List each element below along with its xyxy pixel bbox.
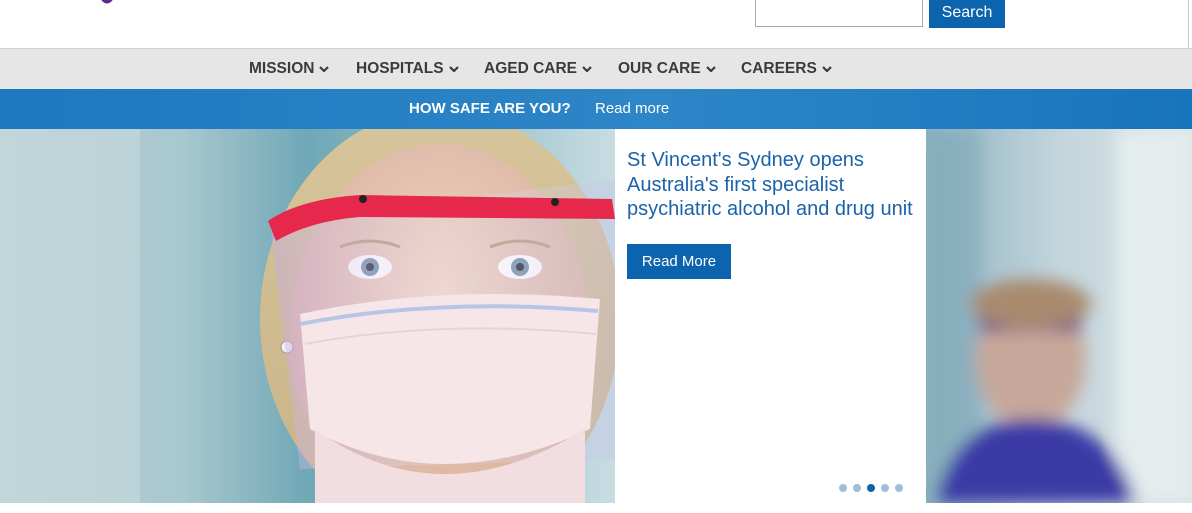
nav-item-aged-care[interactable]: AGED CARE bbox=[484, 49, 592, 89]
carousel-dot[interactable] bbox=[895, 484, 903, 492]
nav-item-label: MISSION bbox=[249, 60, 315, 77]
search-button[interactable]: Search bbox=[929, 0, 1005, 28]
alert-read-more-link[interactable]: Read more bbox=[595, 100, 669, 117]
carousel-dot[interactable] bbox=[853, 484, 861, 492]
main-nav: MISSION HOSPITALS AGED CARE OUR CARE CAR… bbox=[0, 48, 1192, 89]
hero-read-more-button[interactable]: Read More bbox=[627, 244, 731, 279]
nav-item-label: CAREERS bbox=[741, 60, 817, 77]
blurred-photo bbox=[926, 129, 1192, 503]
chevron-down-icon bbox=[822, 66, 832, 72]
nav-item-mission[interactable]: MISSION bbox=[249, 49, 330, 89]
chevron-down-icon bbox=[705, 66, 716, 72]
nav-item-label: OUR CARE bbox=[618, 60, 701, 77]
nav-item-careers[interactable]: CAREERS bbox=[741, 49, 832, 89]
nav-item-hospitals[interactable]: HOSPITALS bbox=[356, 49, 459, 89]
nav-item-our-care[interactable]: OUR CARE bbox=[618, 49, 716, 89]
nurse-photo bbox=[0, 129, 615, 503]
alert-title: HOW SAFE ARE YOU? bbox=[409, 100, 571, 117]
chevron-down-icon bbox=[319, 66, 330, 72]
hero-headline[interactable]: St Vincent's Sydney opens Australia's fi… bbox=[627, 148, 922, 222]
carousel-dot[interactable] bbox=[839, 484, 847, 492]
hero-image bbox=[0, 129, 615, 503]
carousel-dot-active[interactable] bbox=[867, 484, 875, 492]
next-slide-preview[interactable] bbox=[926, 129, 1192, 503]
search-input[interactable] bbox=[755, 0, 923, 27]
carousel-dot[interactable] bbox=[881, 484, 889, 492]
nav-item-label: AGED CARE bbox=[484, 60, 578, 77]
chevron-down-icon bbox=[582, 66, 592, 72]
alert-bar: HOW SAFE ARE YOU? Read more bbox=[0, 89, 1192, 129]
carousel-pagination bbox=[839, 484, 903, 492]
logo-shield-icon[interactable] bbox=[96, 0, 118, 6]
nav-item-label: HOSPITALS bbox=[356, 60, 444, 77]
header-divider bbox=[1188, 0, 1189, 48]
chevron-down-icon bbox=[448, 66, 459, 72]
hero-card: St Vincent's Sydney opens Australia's fi… bbox=[615, 129, 926, 503]
